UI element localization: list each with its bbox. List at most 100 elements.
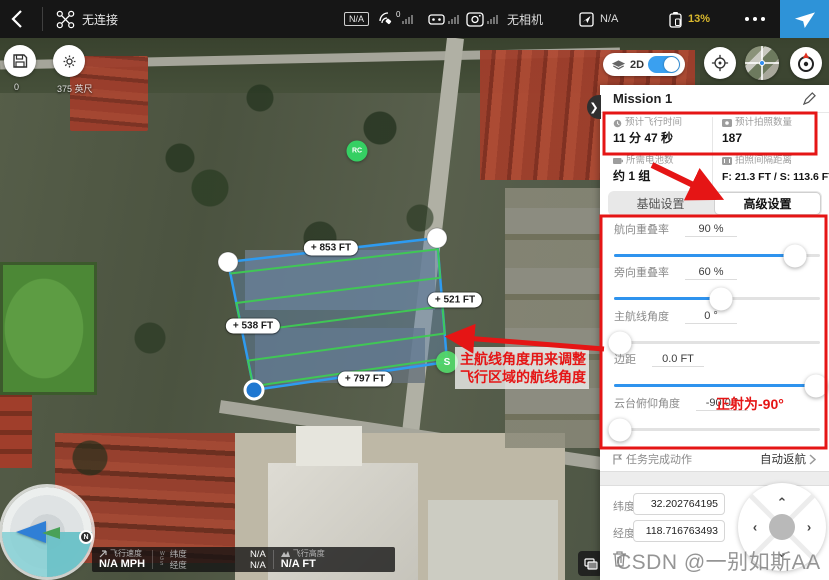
latitude-label: 纬度 (613, 498, 635, 514)
satellite-count: 0 (396, 10, 400, 19)
slider-margin: 边距0.0 FT (614, 352, 820, 387)
slider-route-angle: 主航线角度0 ° (614, 309, 820, 344)
map-mode-toggle[interactable]: 2D (603, 53, 685, 76)
divider (42, 7, 43, 31)
home-direction-arrow-icon (42, 527, 60, 539)
drone-icon (56, 10, 75, 29)
watermark: CSDN @一别如斯AA (616, 546, 821, 576)
mission-title: Mission 1 (613, 91, 672, 106)
layers-icon (611, 59, 626, 71)
more-button[interactable] (745, 0, 765, 38)
edge-distance-label: + 853 FT (304, 241, 358, 256)
gimbal-pitch-annotation: 正射为-90° (716, 394, 784, 414)
gps-readout: WGS 纬度N/A 经度N/A (153, 547, 273, 572)
minimap-button[interactable] (745, 46, 779, 80)
gps-mode: N/A (344, 0, 369, 38)
attitude-compass (2, 487, 92, 577)
chevron-right-icon (809, 454, 816, 465)
slider-course-overlap: 航向重叠率90 % (614, 222, 820, 257)
stat-flight-time: 预计飞行时间 11 分 47 秒 (613, 117, 711, 147)
flag-icon (613, 454, 622, 465)
slider-track[interactable] (614, 341, 820, 344)
aircraft-battery-icon (578, 11, 595, 28)
aircraft-status[interactable]: 无连接 (56, 0, 118, 38)
photo-icon (722, 119, 732, 127)
dpad-center-button[interactable] (769, 514, 795, 540)
tab-basic-settings[interactable]: 基础设置 (608, 191, 713, 216)
gear-icon (61, 53, 78, 70)
locate-crosshair-icon (711, 54, 729, 72)
dpad-up-button[interactable]: ⌃ (777, 495, 788, 511)
mission-header: Mission 1 (600, 85, 829, 113)
takeoff-button[interactable] (780, 0, 829, 38)
locate-button[interactable] (704, 47, 736, 79)
map-2d-switch[interactable] (648, 56, 680, 73)
battery-icon (668, 11, 683, 28)
slider-knob[interactable] (609, 418, 632, 441)
battery-count-icon (613, 157, 623, 165)
tab-advanced-settings[interactable]: 高级设置 (714, 192, 821, 215)
slider-value-input[interactable]: 0 ° (685, 310, 737, 324)
edge-distance-label: + 797 FT (338, 372, 392, 387)
connection-status: 无连接 (82, 11, 118, 28)
mission-settings-button[interactable] (53, 45, 85, 77)
stat-photo-count: 预计拍照数量 187 (722, 117, 820, 147)
rc-location-marker: RC (347, 141, 368, 162)
dpad-left-button[interactable]: ‹ (753, 520, 757, 535)
edit-pencil-icon[interactable] (803, 92, 816, 105)
slider-value-input[interactable]: 90 % (685, 223, 737, 237)
map-scale-origin: 0 (14, 82, 19, 92)
compass-orientation-button[interactable] (790, 47, 822, 79)
save-icon (12, 53, 28, 69)
map-mode-label: 2D (630, 59, 644, 71)
save-mission-button[interactable] (4, 45, 36, 77)
more-dots-icon (745, 17, 765, 21)
camera-icon (466, 12, 484, 27)
battery-percent: 13% (688, 13, 710, 25)
clock-icon (613, 119, 622, 128)
aircraft-battery-value: N/A (600, 13, 618, 25)
dpad-right-button[interactable]: › (807, 520, 811, 535)
stat-photo-interval: 拍照间隔距离 F: 21.3 FT / S: 113.6 FT (722, 155, 826, 185)
stat-battery-count: 所需电池数 约 1 组 (613, 155, 711, 185)
speed-arrow-icon (99, 550, 107, 558)
longitude-input[interactable]: 118.716763493 (633, 520, 725, 542)
satellite-signal-bars-icon (402, 15, 413, 24)
camera-signal: 无相机 (466, 0, 543, 38)
mission-settings-panel: Mission 1 预计飞行时间 11 分 47 秒 预计拍照数量 187 所需… (600, 85, 829, 580)
annotation-line: 飞行区域的航线角度 (460, 368, 584, 386)
slider-track[interactable] (614, 297, 820, 300)
map-style-icon (584, 558, 598, 570)
finish-action-row[interactable]: 任务完成动作 自动返航 (613, 451, 816, 467)
airplane-icon (793, 7, 817, 31)
aircraft-battery-status: N/A (578, 0, 618, 38)
north-indicator: N (79, 530, 93, 544)
slider-side-overlap: 旁向重叠率60 % (614, 265, 820, 300)
toggle-knob (664, 57, 679, 72)
map-scale-label: 375 英尺 (57, 82, 93, 95)
edge-distance-label: + 521 FT (428, 293, 482, 308)
annotation-line: 主航线角度用来调整 (460, 350, 584, 368)
slider-knob[interactable] (784, 244, 807, 267)
slider-value-input[interactable]: 0.0 FT (652, 353, 704, 367)
latitude-input[interactable]: 32.202764195 (633, 493, 725, 515)
camera-status: 无相机 (507, 11, 543, 28)
altitude-readout: 飞行高度 N/A FT (274, 547, 332, 572)
back-button[interactable] (10, 0, 24, 38)
rc-signal-bars-icon (448, 15, 459, 24)
slider-track[interactable] (614, 428, 820, 431)
minimap-position-dot (759, 60, 765, 66)
slider-knob[interactable] (804, 374, 827, 397)
slider-value-input[interactable]: 60 % (685, 266, 737, 280)
slider-track[interactable] (614, 384, 820, 387)
slider-track[interactable] (614, 254, 820, 257)
settings-tabs: 基础设置 高级设置 (608, 191, 822, 216)
altitude-icon (281, 550, 290, 558)
telemetry-bar: 飞行速度 N/A MPH WGS 纬度N/A 经度N/A 飞行高度 N/A FT (92, 547, 395, 572)
slider-knob[interactable] (710, 287, 733, 310)
edge-distance-label: + 538 FT (226, 319, 280, 334)
back-chevron-icon (10, 9, 24, 29)
satellite-status: 0 (378, 0, 413, 38)
top-status-bar: 无连接 N/A 0 无相机 N/A (0, 0, 829, 38)
longitude-label: 经度 (613, 525, 635, 541)
